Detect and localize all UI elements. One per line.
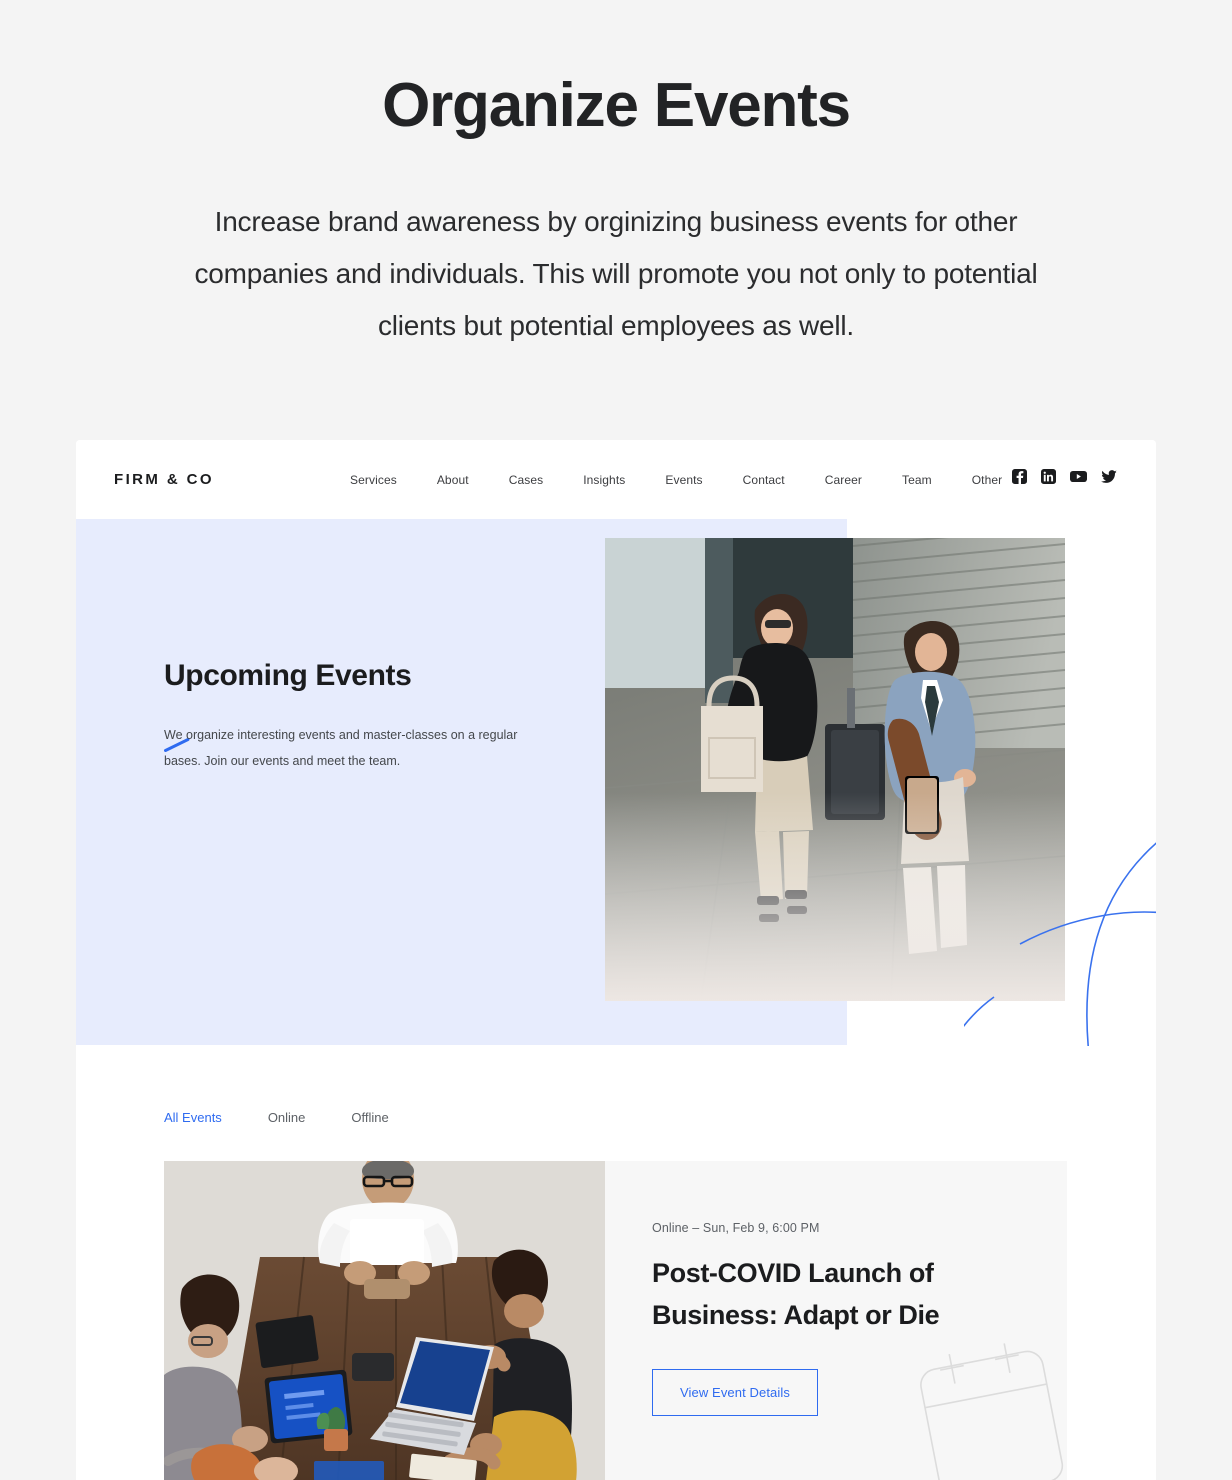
nav-item-about[interactable]: About (417, 473, 489, 487)
event-meta: Online – Sun, Feb 9, 6:00 PM (652, 1221, 820, 1235)
hero-section: Upcoming Events We organize interesting … (76, 519, 1156, 1080)
website-mockup: FIRM & CO Services About Cases Insights … (76, 440, 1156, 1480)
brand-logo[interactable]: FIRM & CO (114, 471, 214, 488)
social-links (1012, 469, 1117, 484)
page-subtitle: Increase brand awareness by orginizing b… (194, 206, 1038, 341)
event-details: Online – Sun, Feb 9, 6:00 PM Post-COVID … (605, 1161, 1067, 1480)
event-photo (164, 1161, 605, 1480)
tab-online[interactable]: Online (268, 1110, 306, 1125)
twitter-icon[interactable] (1101, 469, 1117, 484)
view-event-details-button[interactable]: View Event Details (652, 1368, 818, 1416)
tab-offline[interactable]: Offline (351, 1110, 388, 1125)
linkedin-icon[interactable] (1041, 469, 1056, 484)
facebook-icon[interactable] (1012, 469, 1027, 484)
nav-item-insights[interactable]: Insights (563, 473, 645, 487)
calendar-outline-icon (920, 1343, 1064, 1480)
event-card[interactable]: Online – Sun, Feb 9, 6:00 PM Post-COVID … (164, 1161, 1067, 1480)
event-title: Post-COVID Launch of Business: Adapt or … (652, 1258, 940, 1330)
promo-header: Organize Events Increase brand awareness… (0, 0, 1232, 352)
nav-item-team[interactable]: Team (882, 473, 952, 487)
nav-item-events[interactable]: Events (645, 473, 722, 487)
nav-item-contact[interactable]: Contact (723, 473, 805, 487)
nav-item-cases[interactable]: Cases (489, 473, 564, 487)
hero-title: Upcoming Events (164, 659, 412, 692)
youtube-icon[interactable] (1070, 469, 1087, 484)
nav-item-career[interactable]: Career (805, 473, 882, 487)
nav-item-services[interactable]: Services (330, 473, 417, 487)
site-header: FIRM & CO Services About Cases Insights … (76, 440, 1156, 519)
hero-photo (605, 538, 1065, 1001)
main-navigation: Services About Cases Insights Events Con… (330, 473, 1022, 487)
event-filter-tabs: All Events Online Offline (164, 1110, 1156, 1125)
tab-all-events[interactable]: All Events (164, 1110, 222, 1125)
page-title: Organize Events (382, 71, 851, 140)
hero-copy: Upcoming Events We organize interesting … (164, 659, 544, 774)
hero-description: We organize interesting events and maste… (164, 728, 518, 768)
events-section: All Events Online Offline Online – Sun, … (76, 1046, 1156, 1480)
